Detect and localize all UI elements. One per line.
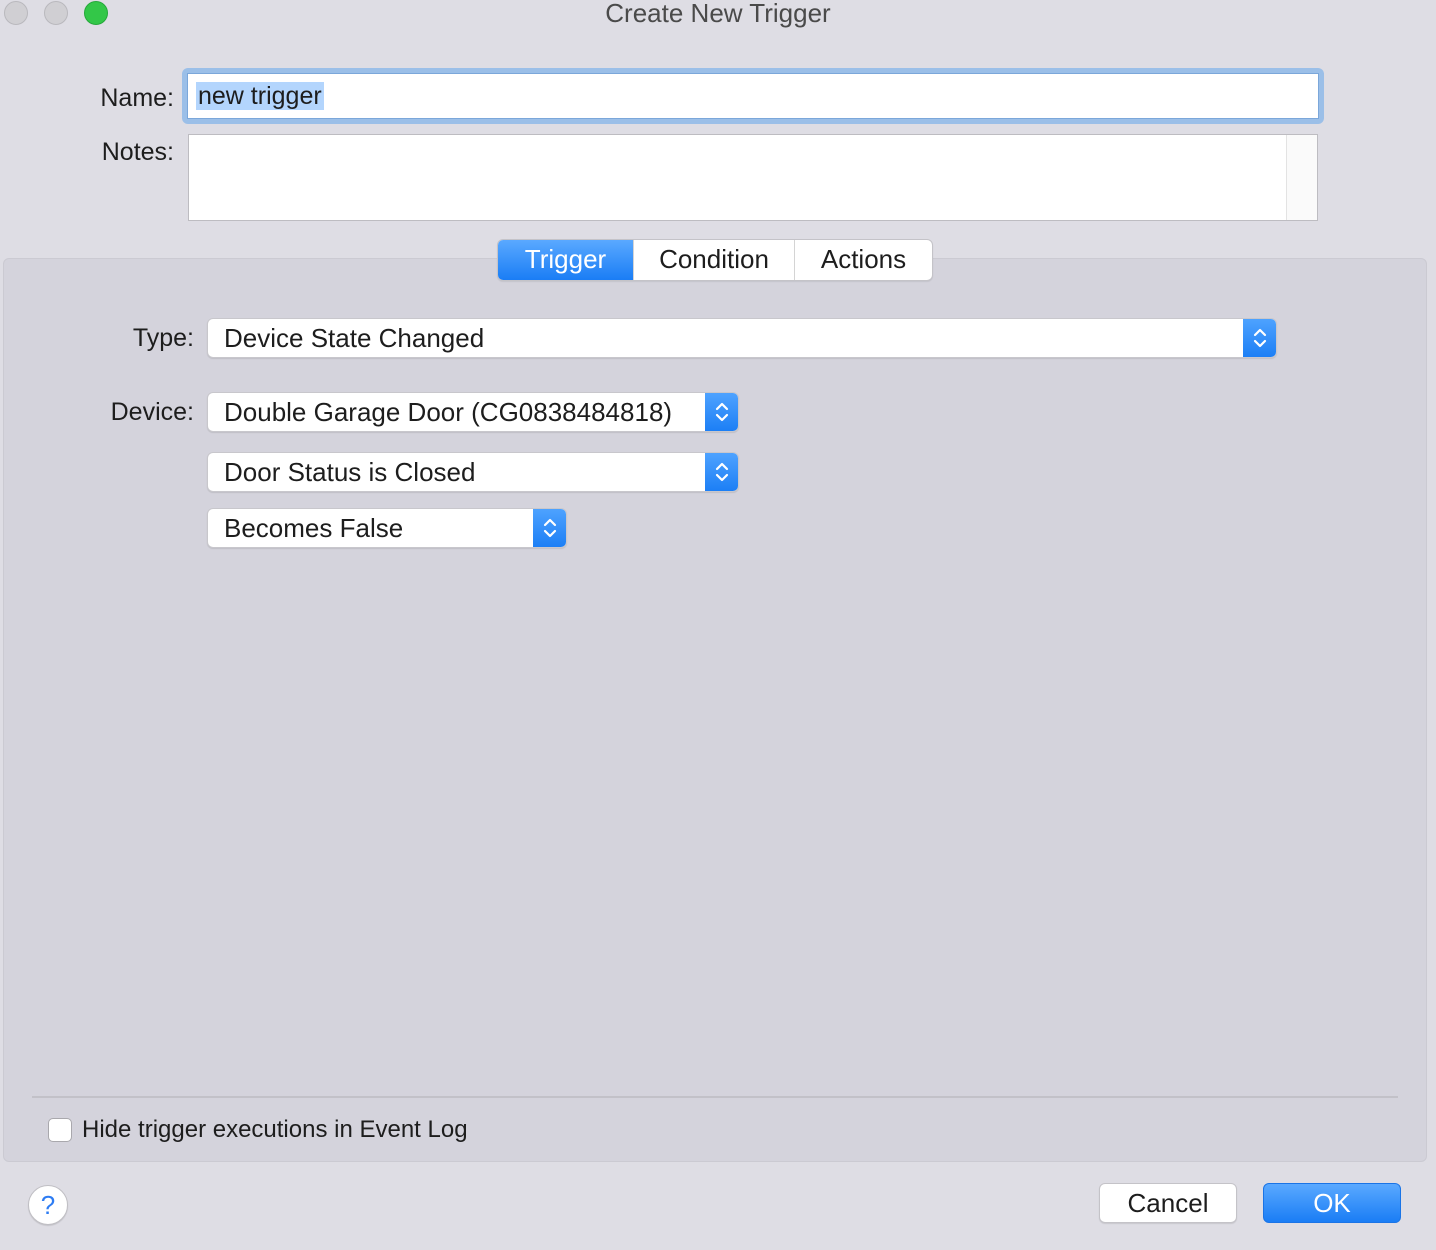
popup-arrows-icon	[705, 393, 738, 431]
type-popup[interactable]: Device State Changed	[207, 318, 1277, 358]
type-label: Type:	[132, 324, 194, 352]
name-input[interactable]: new trigger	[187, 73, 1319, 119]
popup-arrows-icon	[533, 509, 566, 547]
tab-bar: Trigger Condition Actions	[497, 239, 933, 281]
create-trigger-dialog: Create New Trigger Name: new trigger Not…	[0, 0, 1436, 1250]
popup-arrows-icon	[1243, 319, 1276, 357]
notes-label: Notes:	[101, 138, 174, 166]
popup-arrows-icon	[705, 453, 738, 491]
notes-textarea[interactable]	[188, 134, 1318, 221]
type-popup-value: Device State Changed	[224, 323, 485, 353]
name-focus-ring: new trigger	[182, 68, 1324, 124]
divider	[32, 1096, 1398, 1098]
tab-trigger[interactable]: Trigger	[498, 240, 633, 280]
tab-actions[interactable]: Actions	[794, 240, 932, 280]
help-button[interactable]: ?	[28, 1185, 68, 1225]
ok-button[interactable]: OK	[1263, 1183, 1401, 1223]
transition-popup-value: Becomes False	[224, 513, 404, 543]
state-popup-value: Door Status is Closed	[224, 457, 476, 487]
transition-popup[interactable]: Becomes False	[207, 508, 567, 548]
name-label: Name:	[100, 84, 174, 112]
hide-executions-checkbox[interactable]	[48, 1118, 72, 1142]
window-title: Create New Trigger	[605, 0, 831, 28]
device-label: Device:	[110, 398, 194, 426]
device-popup-value: Double Garage Door (CG0838484818)	[224, 397, 673, 427]
cancel-button[interactable]: Cancel	[1099, 1183, 1237, 1223]
tab-condition[interactable]: Condition	[633, 240, 794, 280]
notes-scrollbar[interactable]	[1286, 135, 1317, 220]
hide-executions-label[interactable]: Hide trigger executions in Event Log	[82, 1114, 468, 1146]
device-popup[interactable]: Double Garage Door (CG0838484818)	[207, 392, 739, 432]
state-popup[interactable]: Door Status is Closed	[207, 452, 739, 492]
name-input-value: new trigger	[196, 82, 324, 110]
